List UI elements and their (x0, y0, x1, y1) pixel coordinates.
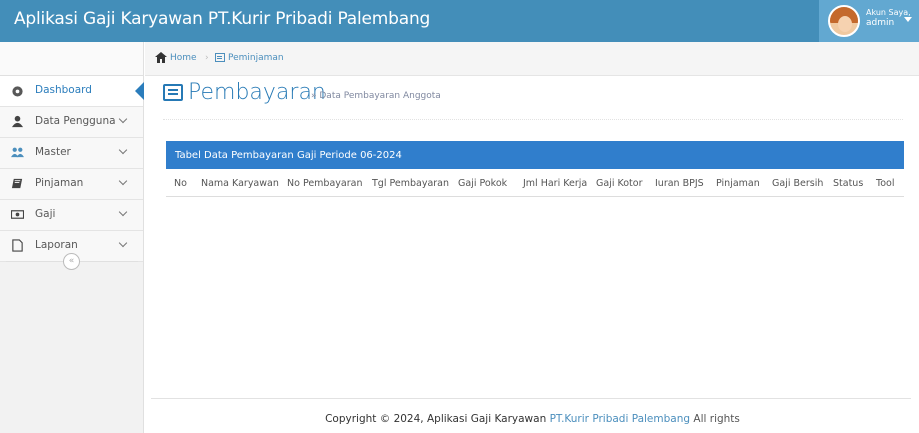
users-icon (11, 147, 24, 158)
breadcrumb-current[interactable]: Peminjaman (228, 53, 284, 63)
footer: Copyright © 2024, Aplikasi Gaji Karyawan… (0, 413, 919, 425)
sidebar-item-label: Master (35, 146, 71, 158)
column-header-no-pembayaran[interactable]: No Pembayaran (287, 178, 362, 189)
app-title[interactable]: Aplikasi Gaji Karyawan PT.Kurir Pribadi … (14, 9, 430, 29)
page-subtitle: » Data Pembayaran Anggota (311, 91, 441, 101)
list-icon (215, 53, 225, 62)
chevron-down-icon (118, 114, 128, 124)
column-header-jml-hari-kerja[interactable]: Jml Hari Kerja (523, 178, 587, 189)
sidebar-item-pinjaman[interactable]: Pinjaman (0, 169, 143, 200)
money-icon (11, 210, 24, 219)
column-header-status[interactable]: Status (833, 178, 863, 189)
column-header-gaji-kotor[interactable]: Gaji Kotor (596, 178, 643, 189)
footer-copyright: Copyright © 2024, Aplikasi Gaji Karyawan (325, 413, 547, 425)
user-menu[interactable]: Akun Saya, admin (819, 0, 919, 42)
column-header-gaji-bersih[interactable]: Gaji Bersih (772, 178, 823, 189)
sidebar-collapse-button[interactable]: « (63, 253, 80, 270)
sidebar-item-label: Laporan (35, 239, 78, 251)
sidebar-shortcuts (0, 42, 143, 76)
column-header-iuran-bpjs[interactable]: Iuran BPJS (655, 178, 704, 189)
chevron-down-icon (118, 176, 128, 186)
sidebar-item-data-pengguna[interactable]: Data Pengguna (0, 107, 143, 138)
divider (151, 398, 911, 399)
sidebar-item-label: Dashboard (35, 84, 92, 96)
sidebar-item-label: Pinjaman (35, 177, 84, 189)
footer-brand: PT.Kurir Pribadi Palembang (549, 413, 691, 425)
avatar (828, 5, 860, 37)
book-icon (11, 178, 23, 189)
sidebar-item-master[interactable]: Master (0, 138, 143, 169)
user-icon (11, 115, 24, 128)
column-header-tgl-pembayaran[interactable]: Tgl Pembayaran (372, 178, 449, 189)
column-header-no[interactable]: No (174, 178, 187, 189)
table-header-row: No Nama Karyawan No Pembayaran Tgl Pemba… (166, 169, 904, 197)
page-header: Pembayaran » Data Pembayaran Anggota (163, 80, 903, 120)
column-header-pinjaman[interactable]: Pinjaman (716, 178, 760, 189)
chevron-down-icon (118, 207, 128, 217)
breadcrumb-home-link[interactable]: Home (170, 53, 197, 63)
table-title-bar: Tabel Data Pembayaran Gaji Periode 06-20… (166, 141, 904, 169)
column-header-gaji-pokok[interactable]: Gaji Pokok (458, 178, 507, 189)
list-icon (163, 84, 183, 101)
sidebar-item-label: Gaji (35, 208, 56, 220)
sidebar: Dashboard Data Pengguna Master Pinjaman … (0, 42, 144, 433)
sidebar-item-gaji[interactable]: Gaji (0, 200, 143, 231)
footer-rights: All rights (693, 413, 740, 425)
sidebar-item-dashboard[interactable]: Dashboard (0, 76, 144, 107)
column-header-tool[interactable]: Tool (876, 178, 894, 189)
chevron-down-icon (118, 238, 128, 248)
home-icon (155, 52, 167, 63)
caret-down-icon (904, 17, 912, 22)
sidebar-item-label: Data Pengguna (35, 115, 116, 127)
column-header-nama-karyawan[interactable]: Nama Karyawan (201, 178, 279, 189)
breadcrumb: Home › Peminjaman (145, 42, 919, 76)
top-navbar: Aplikasi Gaji Karyawan PT.Kurir Pribadi … (0, 0, 919, 42)
breadcrumb-separator: › (205, 53, 209, 63)
file-icon (12, 239, 23, 252)
dashboard-icon (12, 86, 23, 97)
chevron-down-icon (118, 145, 128, 155)
page-title: Pembayaran (188, 80, 326, 105)
table-title: Tabel Data Pembayaran Gaji Periode 06-20… (175, 150, 402, 161)
